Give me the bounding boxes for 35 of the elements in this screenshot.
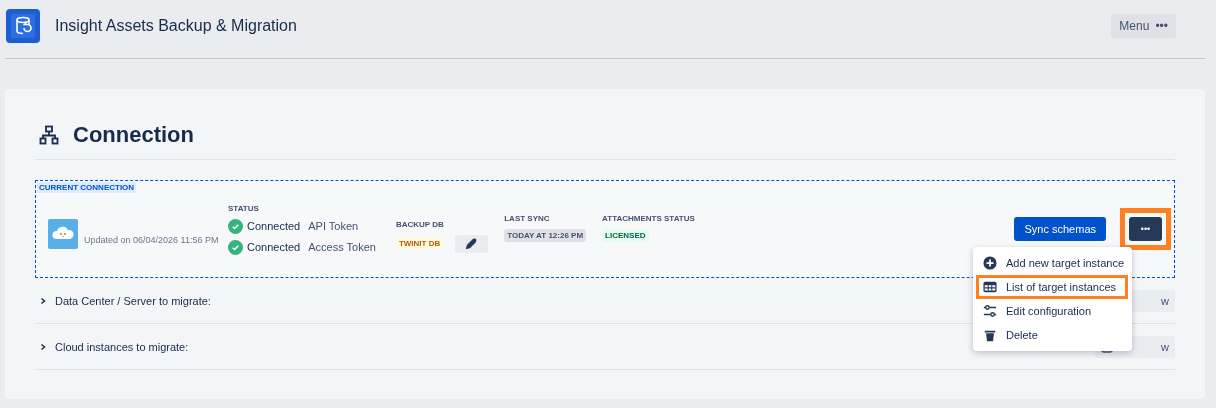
hierarchy-icon (39, 125, 59, 145)
more-icon: ••• (1155, 19, 1168, 33)
chevron-icon[interactable] (39, 296, 47, 305)
last-sync-heading: LAST SYNC (504, 214, 551, 223)
licensed-lozenge: LICENSED (602, 229, 649, 242)
status-text: Connected (247, 241, 301, 253)
check-icon (228, 239, 243, 255)
table-icon (983, 280, 997, 294)
check-icon (228, 218, 243, 234)
sliders-icon (983, 304, 997, 318)
trash-icon (983, 328, 997, 342)
more-button[interactable]: ••• (1129, 217, 1162, 241)
backup-db-lozenge: TWINIT DB (395, 237, 444, 250)
menu-button[interactable]: Menu ••• (1111, 14, 1176, 38)
cloud-avatar-icon (48, 219, 78, 249)
current-connection-tag: CURRENT CONNECTION (37, 182, 137, 193)
section-row-label: Cloud instances to migrate: (55, 340, 190, 353)
pencil-icon (466, 238, 478, 249)
backup-db-heading: BACKUP DB (395, 219, 445, 229)
section-title: Connection (73, 122, 194, 148)
status-heading: STATUS (228, 203, 260, 213)
attachments-heading: ATTACHMENTS STATUS (602, 214, 695, 223)
section-row-label: Data Center / Server to migrate: (55, 294, 212, 307)
chevron-icon[interactable] (39, 342, 47, 351)
updated-date: Updated on 06/04/2026 11:56 PM (84, 235, 220, 245)
plus-icon (983, 256, 997, 270)
token-label: API Token (308, 220, 359, 232)
sync-schemas-button[interactable]: Sync schemas (1014, 217, 1106, 241)
edit-button[interactable] (455, 234, 489, 253)
last-sync-lozenge: TODAY AT 12:26 PM (504, 229, 587, 242)
app-title: Insight Assets Backup & Migration (55, 17, 298, 35)
menu-item[interactable]: Add new target instance (973, 251, 1132, 275)
app-logo (5, 8, 41, 44)
token-label: Access Token (308, 241, 376, 253)
status-text: Connected (247, 220, 301, 232)
